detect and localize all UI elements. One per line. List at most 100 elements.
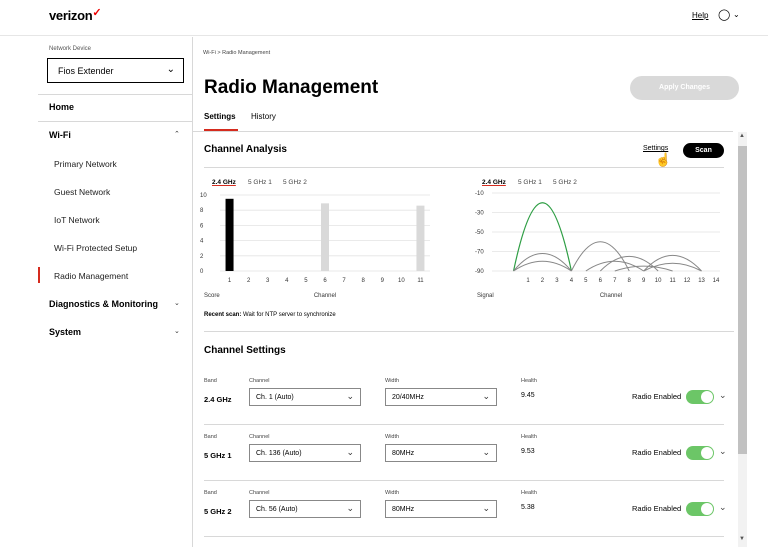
health-value: 5.38 <box>521 504 535 511</box>
tab-settings[interactable]: Settings <box>204 112 236 121</box>
x-tick-label: 11 <box>669 278 676 284</box>
x-tick-label: 8 <box>628 278 632 284</box>
chevron-down-icon[interactable]: ⌄ <box>174 299 180 307</box>
apply-changes-button[interactable]: Apply Changes <box>630 76 739 100</box>
radio-toggle[interactable] <box>686 502 714 516</box>
divider <box>38 94 192 95</box>
y-tick-label: 6 <box>200 223 204 229</box>
radio-toggle[interactable] <box>686 446 714 460</box>
y-axis-label: Signal <box>477 293 494 299</box>
x-tick-label: 2 <box>247 278 251 284</box>
chevron-down-icon[interactable]: ⌄ <box>733 10 740 19</box>
radio-toggle[interactable] <box>686 390 714 404</box>
scroll-up-icon[interactable]: ▲ <box>739 133 745 139</box>
x-tick-label: 3 <box>266 278 270 284</box>
network-device-label: Network Device <box>49 46 92 52</box>
width-col-label: Width <box>385 434 400 440</box>
tab-history[interactable]: History <box>251 112 276 121</box>
width-col-label: Width <box>385 490 400 496</box>
band-name: 5 GHz 1 <box>204 451 232 460</box>
x-tick-label: 4 <box>285 278 289 284</box>
y-axis-label: Score <box>204 293 220 299</box>
chevron-down-icon[interactable]: ⌄ <box>719 390 727 401</box>
sidebar-item-system[interactable]: System <box>49 327 81 337</box>
channel-analysis-title: Channel Analysis <box>204 144 287 155</box>
breadcrumb[interactable]: Wi-Fi > Radio Management <box>203 50 270 56</box>
chevron-down-icon[interactable]: ⌄ <box>719 502 727 513</box>
chevron-down-icon[interactable]: ⌄ <box>174 327 180 335</box>
x-tick-label: 4 <box>570 278 574 284</box>
channel-select[interactable]: Ch. 56 (Auto) ⌄ <box>249 500 361 518</box>
network-device-select[interactable]: Fios Extender ⌄ <box>47 58 184 83</box>
width-select-value: 80MHz <box>392 506 415 513</box>
scan-button[interactable]: Scan <box>683 143 724 158</box>
toggle-knob <box>701 447 713 459</box>
x-tick-label: 8 <box>362 278 366 284</box>
band-name: 2.4 GHz <box>204 395 232 404</box>
x-tick-label: 6 <box>599 278 603 284</box>
health-col-label: Health <box>521 378 537 384</box>
signal-curve <box>513 260 572 272</box>
channel-select-value: Ch. 136 (Auto) <box>256 450 302 457</box>
score-chart: 02468101 2 3 4 5 6 7 8 9 10 11Score Channel <box>200 193 430 299</box>
verizon-logo[interactable]: verizon✓ <box>49 7 102 23</box>
health-value: 9.45 <box>521 392 535 399</box>
y-tick-label: 10 <box>200 193 207 199</box>
scrollbar-thumb[interactable] <box>738 146 747 454</box>
sidebar-item-primary-network[interactable]: Primary Network <box>54 159 117 169</box>
recent-scan-status: Recent scan: Wait for NTP server to sync… <box>204 312 336 318</box>
sidebar-item-guest-network[interactable]: Guest Network <box>54 187 110 197</box>
chevron-down-icon: ⌄ <box>346 447 354 457</box>
chevron-down-icon: ⌄ <box>346 503 354 513</box>
health-col-label: Health <box>521 434 537 440</box>
x-axis-label: Channel <box>600 293 622 299</box>
sidebar-item-home[interactable]: Home <box>49 102 74 112</box>
band-col-label: Band <box>204 378 217 384</box>
radio-enabled-label: Radio Enabled <box>632 392 682 401</box>
sidebar-item-radio-management[interactable]: Radio Management <box>54 271 128 281</box>
sidebar-item-wifi[interactable]: Wi-Fi <box>49 130 71 140</box>
channel-col-label: Channel <box>249 434 270 440</box>
analysis-settings-link[interactable]: Settings <box>643 145 668 152</box>
chevron-down-icon[interactable]: ⌄ <box>719 446 727 457</box>
bar <box>321 203 329 271</box>
chevron-down-icon: ⌄ <box>346 391 354 401</box>
divider <box>204 480 724 481</box>
x-tick-label: 9 <box>642 278 646 284</box>
y-tick-label: 2 <box>200 254 204 260</box>
user-circle-icon[interactable]: ◯ <box>718 8 730 21</box>
width-select[interactable]: 80MHz ⌄ <box>385 500 497 518</box>
channel-select-value: Ch. 56 (Auto) <box>256 506 298 513</box>
channel-col-label: Channel <box>249 378 270 384</box>
channel-select[interactable]: Ch. 1 (Auto) ⌄ <box>249 388 361 406</box>
x-tick-label: 1 <box>228 278 232 284</box>
signal-curve <box>570 241 630 272</box>
y-tick-label: 4 <box>200 239 204 245</box>
health-value: 9.53 <box>521 448 535 455</box>
channel-select[interactable]: Ch. 136 (Auto) ⌄ <box>249 444 361 462</box>
width-select[interactable]: 20/40MHz ⌄ <box>385 388 497 406</box>
channel-settings-title: Channel Settings <box>204 345 286 356</box>
sidebar-item-diagnostics[interactable]: Diagnostics & Monitoring <box>49 299 158 309</box>
x-axis-label: Channel <box>314 293 336 299</box>
divider <box>204 424 724 425</box>
health-col-label: Health <box>521 490 537 496</box>
sidebar: Network Device Fios Extender ⌄ Home Wi-F… <box>38 37 193 547</box>
width-col-label: Width <box>385 378 400 384</box>
scroll-down-icon[interactable]: ▼ <box>739 536 745 542</box>
x-tick-label: 12 <box>684 278 691 284</box>
width-select[interactable]: 80MHz ⌄ <box>385 444 497 462</box>
top-bar: verizon✓ Help ◯ ⌄ <box>0 0 768 36</box>
y-tick-label: 8 <box>200 208 204 214</box>
help-link[interactable]: Help <box>692 11 708 20</box>
channel-select-value: Ch. 1 (Auto) <box>256 394 294 401</box>
band-col-label: Band <box>204 490 217 496</box>
chevron-up-icon[interactable]: ⌃ <box>174 130 180 138</box>
y-tick-label: 0 <box>200 269 204 275</box>
x-tick-label: 10 <box>398 278 405 284</box>
sidebar-item-iot-network[interactable]: IoT Network <box>54 215 100 225</box>
network-device-value: Fios Extender <box>58 66 114 76</box>
x-tick-label: 5 <box>584 278 588 284</box>
y-tick-label: -70 <box>475 250 484 256</box>
sidebar-item-wps[interactable]: Wi-Fi Protected Setup <box>54 243 137 253</box>
